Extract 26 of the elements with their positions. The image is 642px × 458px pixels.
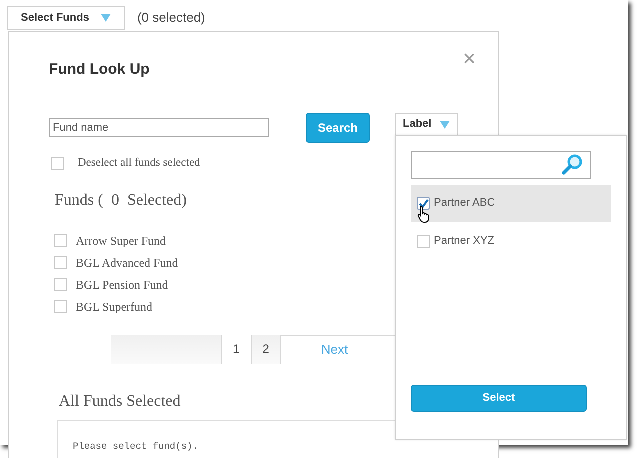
fund-name: Arrow Super Fund xyxy=(76,232,166,250)
fund-name: BGL Superfund xyxy=(76,298,153,316)
label-option[interactable]: Partner XYZ xyxy=(411,229,611,253)
search-icon xyxy=(562,154,583,175)
checkbox[interactable] xyxy=(54,256,67,270)
caret-icon xyxy=(440,120,450,128)
dialog-title: Fund Look Up xyxy=(49,60,151,80)
selected-count: (0 selected) xyxy=(137,9,206,28)
label-search-field[interactable] xyxy=(411,151,591,179)
label-option[interactable]: Partner ABC xyxy=(411,185,611,222)
fund-name: BGL Advanced Fund xyxy=(76,254,178,272)
page-button[interactable]: 1 xyxy=(221,334,251,364)
deselect-label: Deselect all funds selected xyxy=(78,156,200,170)
fund-name-field[interactable]: Fund name xyxy=(49,118,269,137)
label-button[interactable]: Label xyxy=(395,112,458,136)
checkbox[interactable] xyxy=(417,197,430,210)
fund-name: BGL Pension Fund xyxy=(76,276,168,294)
checkbox[interactable] xyxy=(54,234,67,248)
funds-heading: Funds ( 0 Selected) xyxy=(55,190,187,211)
select-funds-button[interactable]: Select Funds xyxy=(7,6,126,30)
caret-icon xyxy=(101,14,112,22)
checkbox[interactable] xyxy=(51,156,64,170)
checkbox[interactable] xyxy=(54,300,67,314)
checkbox[interactable] xyxy=(417,234,430,248)
empty-message: Please select fund(s). xyxy=(73,440,198,452)
checkbox[interactable] xyxy=(54,278,67,292)
